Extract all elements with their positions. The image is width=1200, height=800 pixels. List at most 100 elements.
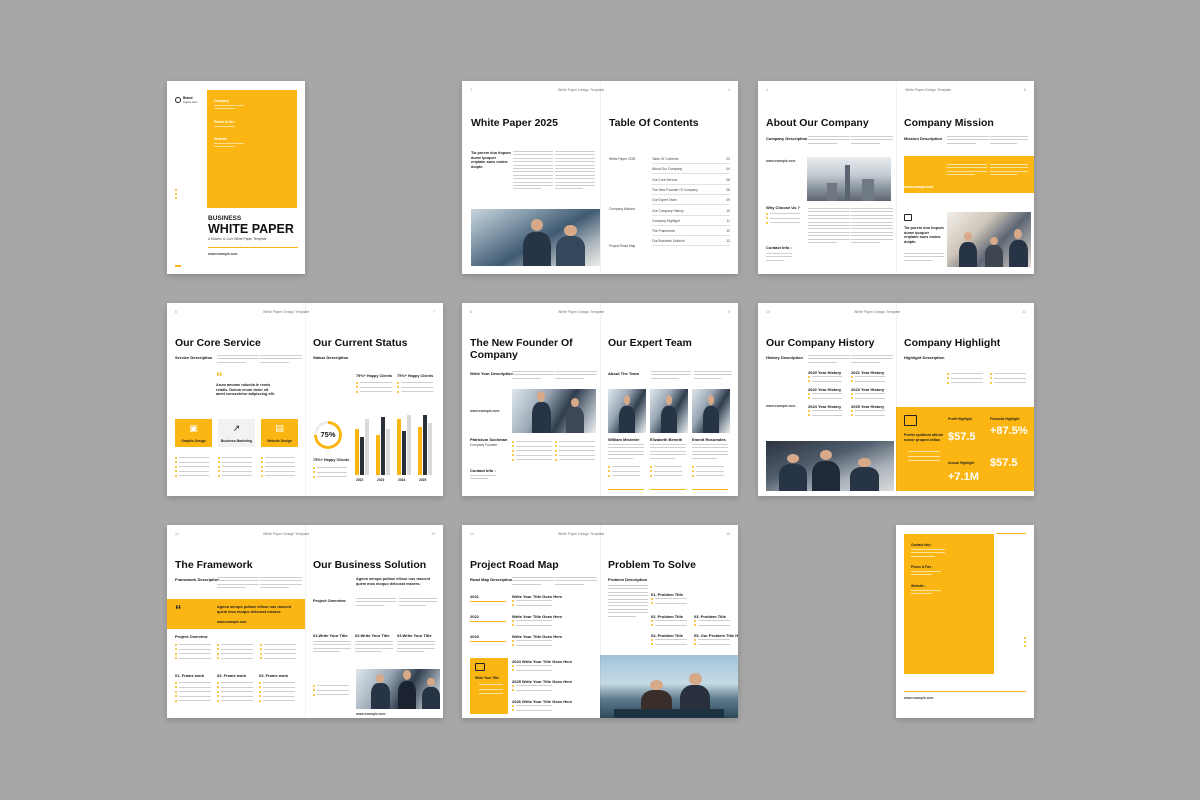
team-member-accent	[650, 489, 686, 490]
design-icon: ▣	[189, 422, 198, 433]
left-page-lead: Tia porem duo tiopum dume ipuquer eripla…	[471, 151, 511, 170]
toc-item-page: 08	[726, 187, 730, 192]
mission-yellow-band: www.example.com	[904, 156, 1034, 193]
left-body-text	[513, 151, 553, 192]
history-year: 2025 Year History	[851, 404, 885, 409]
right-page-title: Company Highlight	[904, 337, 1001, 349]
left-page-label: Write Your Description	[470, 371, 513, 376]
solution-overview-label: Project Overview	[313, 598, 346, 603]
roadmap-year-line	[470, 641, 506, 642]
back-phone-lines	[911, 571, 941, 578]
framework-body-text-2	[260, 577, 302, 591]
logo-icon	[175, 97, 181, 103]
solution-list	[313, 684, 349, 699]
toc-group-2: Company Mission	[609, 207, 636, 211]
toc-row-divider	[652, 193, 730, 195]
cover-yellow-panel: Company Phone & Fax : Website :	[207, 90, 297, 208]
highlight-panel-list	[904, 450, 940, 465]
left-page-label: Company Description	[766, 136, 808, 141]
back-web-lines	[911, 590, 941, 597]
toc-item-label: The Framework	[652, 229, 676, 234]
history-list	[851, 375, 885, 385]
toc-group-3: Project Road Map	[609, 244, 636, 248]
running-title: White Paper Design Template	[558, 532, 605, 536]
left-page-title-line-2: Company	[470, 349, 518, 361]
service-list	[175, 456, 209, 480]
about-body-text-2	[851, 136, 893, 146]
page-number-left: 2	[470, 88, 472, 92]
problem-list-items	[651, 638, 687, 648]
roadmap-item-title: Write Your Title Goes Here	[512, 614, 563, 619]
team-member-name: Elizabeth Beneth	[650, 437, 683, 442]
spread-history-highlight: 10 White Paper Design Template 11 Our Co…	[758, 303, 1034, 496]
profit-highlight-value: $57.5	[948, 431, 976, 443]
team-member-list	[608, 465, 640, 480]
problem-body-text	[608, 585, 648, 619]
back-dots	[1024, 637, 1026, 647]
history-list	[808, 409, 842, 419]
roadmap-item-list	[512, 664, 552, 674]
cover-title-big: WHITE PAPER	[208, 222, 294, 236]
cover-company-label: Company	[214, 99, 230, 103]
problem-title: 05. Our Problem Title Here	[694, 633, 738, 638]
problem-list-items	[694, 638, 730, 648]
back-contact-lines	[911, 549, 945, 559]
spread-core-service-status: 6 White Paper Design Template 7 Our Core…	[167, 303, 443, 496]
left-page-label: History Description	[766, 355, 803, 360]
right-page-title: Problem To Solve	[608, 559, 696, 571]
right-page-title: Our Expert Team	[608, 337, 692, 349]
left-page-label: Framework Description	[175, 577, 220, 582]
office-meeting-photo	[471, 209, 600, 266]
highlight-lead: Porfer quidium allium nonur proped willu…	[904, 433, 944, 442]
roadmap-body-text-2	[555, 577, 597, 587]
history-body-text	[808, 355, 850, 365]
cover-dots	[175, 189, 177, 199]
project-overview-label: Project Overview	[175, 634, 208, 639]
cover-phone-lines	[214, 126, 244, 129]
problem-title: 03. Problem Title	[694, 614, 726, 619]
service-body-text-2	[260, 355, 302, 365]
back-website-label: Website :	[911, 584, 926, 588]
team-member-list	[650, 465, 682, 480]
status-bar	[386, 429, 390, 475]
roadmap-item-list	[512, 704, 552, 714]
right-page-label: About The Team	[608, 371, 640, 376]
roadmap-item-title: 2024 Write Your Title Goes Here	[512, 659, 573, 664]
running-title: White Paper Design Template	[558, 88, 605, 92]
progress-ring: 75%	[314, 421, 342, 449]
founder-body-text	[512, 371, 554, 381]
solution-title: 01.Write Your Title	[313, 633, 348, 638]
spread-framework-solution: 12 White Paper Design Template 13 The Fr…	[167, 525, 443, 718]
framework-item-title: 01. Frame work	[175, 673, 205, 678]
quote-icon: “	[216, 369, 223, 384]
roadmap-item-list	[512, 619, 552, 629]
service-card: ↗ Business Marketing	[218, 419, 255, 447]
solution-lead: Agnon seropo pulboe ellisor nos rascont …	[356, 577, 431, 586]
cover-web-lines	[214, 143, 244, 150]
left-page-title-line-1: The New Founder Of	[470, 337, 573, 349]
toc-item-label: The New Founder Of Company	[652, 187, 698, 192]
solution-title: 03.Write Your Title	[397, 633, 432, 638]
toc-group-1: White Paper 2025	[609, 157, 636, 161]
problem-title: 04. Problem Title	[651, 633, 683, 638]
page-number-right: 5	[1024, 88, 1026, 92]
framework-quote: Agnon seropo pulboe ellisor nos rascont …	[217, 605, 292, 614]
roadmap-item-list	[512, 639, 552, 649]
handshake-photo	[356, 669, 440, 709]
roadmap-item-title: Write Your Title Goes Here	[512, 634, 563, 639]
history-year: 2020 Year History	[808, 370, 842, 375]
right-page-label: Problem Description	[608, 577, 648, 582]
roadmap-yellow-box: Write Your Title	[470, 658, 508, 714]
toc-item-label: Our Expert Team	[652, 198, 677, 203]
team-member-bio	[692, 444, 728, 461]
toc-row-divider	[652, 163, 730, 164]
history-year: 2022 Year History	[808, 387, 842, 392]
solution-title-text	[313, 641, 351, 655]
framework-url: www.example.com	[217, 620, 247, 624]
page-number-left: 12	[175, 532, 179, 536]
contact-lines	[470, 475, 496, 482]
toc-item-page: 09	[726, 198, 730, 203]
spread-roadmap-problem: 14 White Paper Design Template 15 Projec…	[462, 525, 738, 718]
left-page-label: Service Description	[175, 355, 213, 360]
status-bar	[360, 437, 364, 475]
